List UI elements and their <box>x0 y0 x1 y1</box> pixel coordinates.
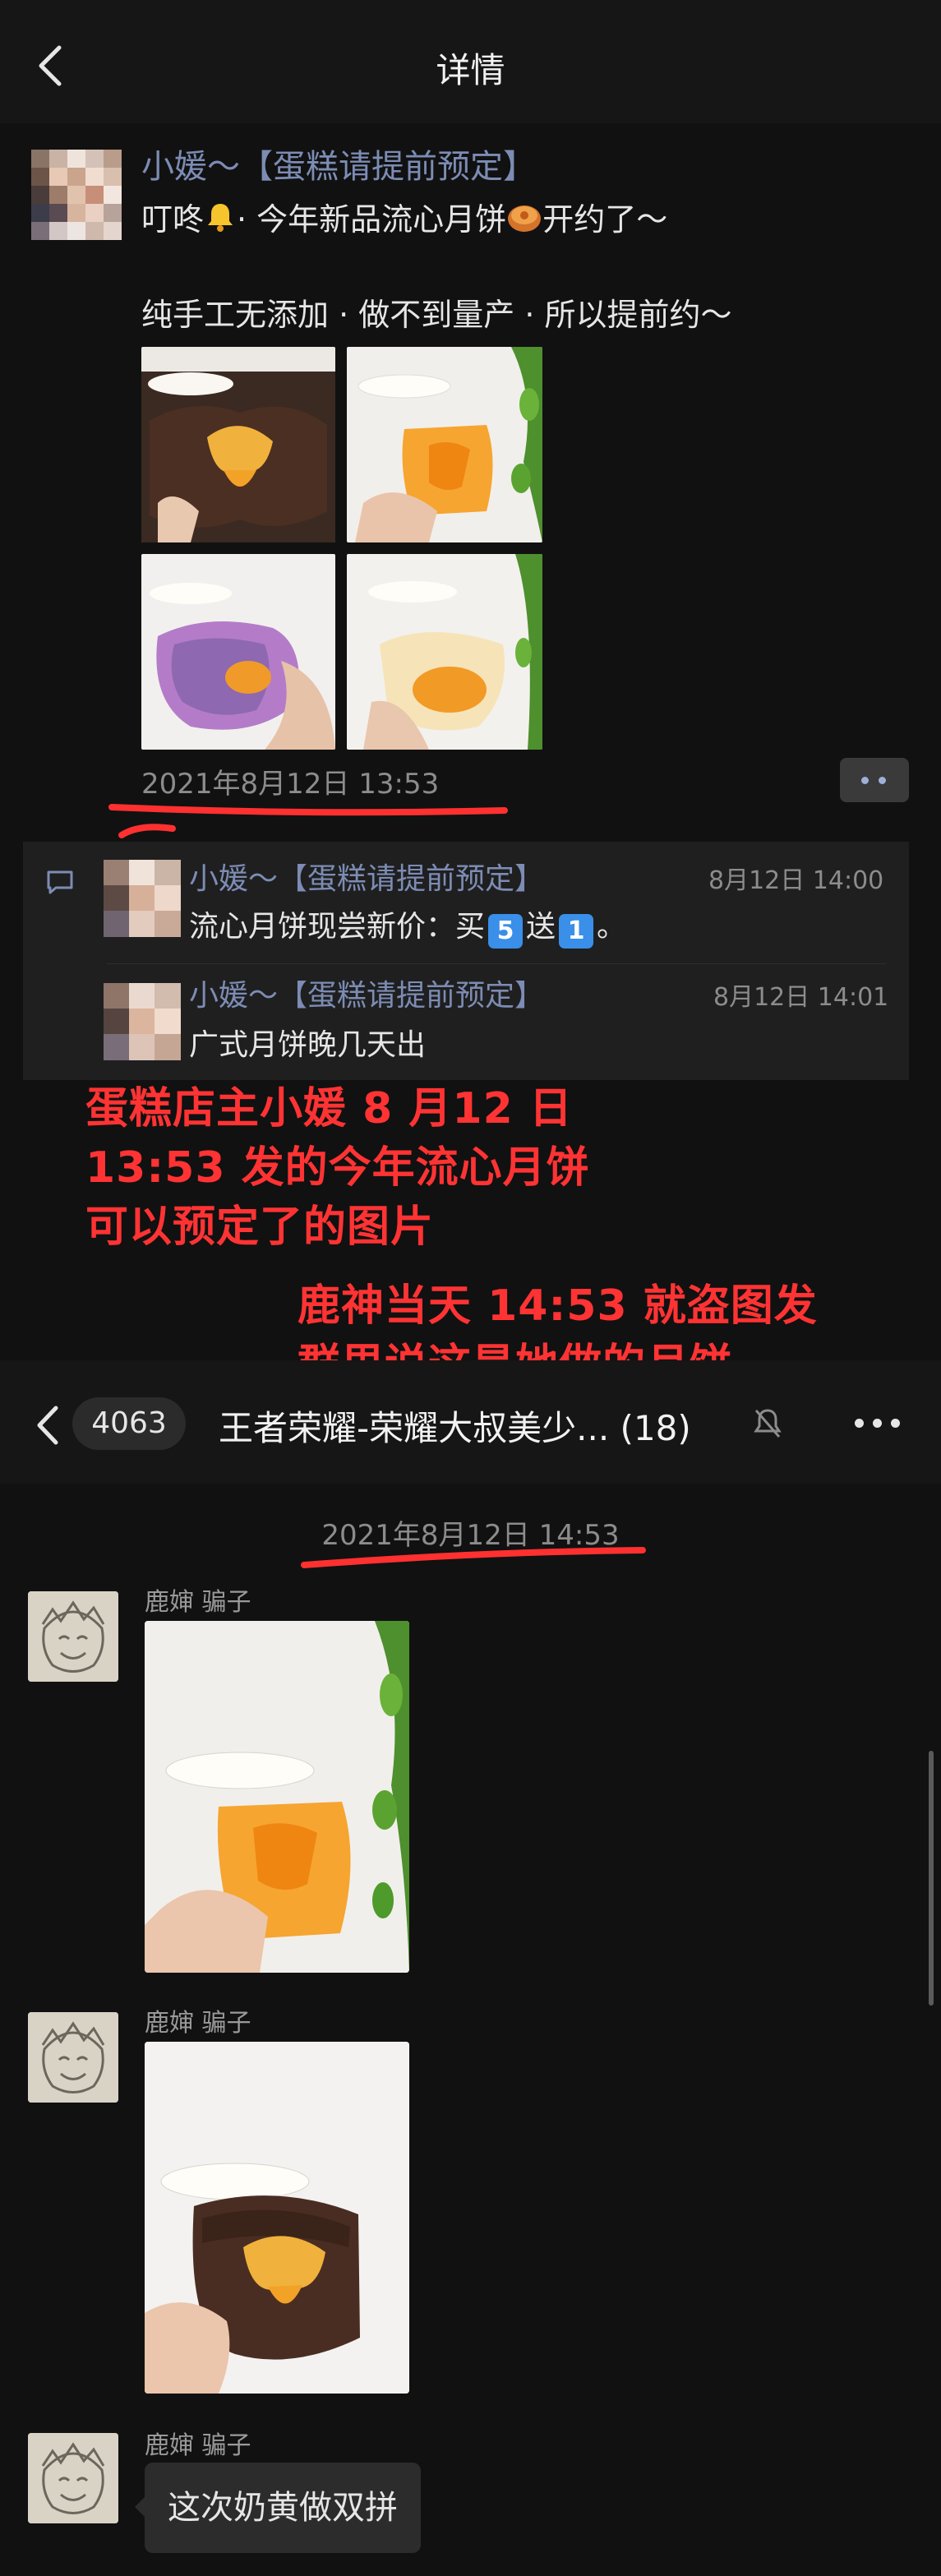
chat-image-message[interactable] <box>145 1621 409 1973</box>
sender-avatar[interactable] <box>28 1591 118 1682</box>
poster-name[interactable]: 小媛～【蛋糕请提前预定】 <box>141 140 536 187</box>
annotation-text: 蛋糕店主小媛 8 月12 日 <box>85 1084 573 1133</box>
scrollbar[interactable] <box>929 1751 934 2006</box>
mooncake-emoji-icon <box>508 205 542 232</box>
more-dots-icon[interactable] <box>855 1419 901 1430</box>
commenter-avatar[interactable] <box>104 983 181 1060</box>
sender-avatar[interactable] <box>28 2012 118 2103</box>
sender-name: 鹿婶 骗子 <box>145 1588 251 1617</box>
chevron-left-icon[interactable] <box>33 1403 62 1447</box>
post-photo-snowskin-mooncake[interactable] <box>347 554 542 750</box>
keycap-number: 5 <box>488 914 524 949</box>
bell-emoji-icon <box>208 204 233 232</box>
post-text-part: · 今年新品流心月饼 <box>237 201 507 238</box>
comment-text-part: 流心月饼现尝新价：买 <box>189 910 486 944</box>
post-text-part: 开约了～ <box>542 201 668 238</box>
comment-time: 8月12日 14:01 <box>713 983 889 1012</box>
comment-bubble-icon <box>47 870 73 894</box>
annotation-underline-tail <box>118 824 176 838</box>
comment-divider <box>107 963 886 964</box>
comment-text: 流心月饼现尝新价：买 5 送 1。 <box>189 903 626 949</box>
post-photo-taro-mooncake[interactable] <box>141 554 335 750</box>
post-photo-custard-mooncake[interactable] <box>347 347 542 542</box>
comment-author[interactable]: 小媛～【蛋糕请提前预定】 <box>189 855 544 898</box>
post-photo-chocolate-mooncake[interactable] <box>141 347 335 542</box>
post-actions-button[interactable] <box>840 758 909 802</box>
sender-name: 鹿婶 骗子 <box>145 2431 251 2460</box>
poster-avatar[interactable] <box>31 150 122 240</box>
annotation-underline <box>301 1547 646 1568</box>
comment-time: 8月12日 14:00 <box>708 866 884 895</box>
post-text-line1: 叮咚 · 今年新品流心月饼 开约了～ <box>141 194 667 239</box>
chat-image-message[interactable] <box>145 2042 409 2394</box>
unread-count-badge[interactable]: 4063 <box>72 1397 186 1450</box>
group-chat-title[interactable]: 王者荣耀-荣耀大叔美少... (18) <box>219 1401 691 1451</box>
comment-text-part: 。 <box>597 910 627 944</box>
post-text-line2: 纯手工无添加 · 做不到量产 · 所以提前约～ <box>141 297 732 333</box>
keycap-number: 1 <box>559 914 594 949</box>
comment-text-part: 送 <box>526 910 556 944</box>
commenter-avatar[interactable] <box>104 860 181 937</box>
annotation-text: 可以预定了的图片 <box>85 1203 435 1252</box>
sender-avatar[interactable] <box>28 2433 118 2523</box>
bell-mute-icon <box>754 1409 782 1438</box>
chat-text-message[interactable]: 这次奶黄做双拼 <box>145 2463 421 2553</box>
comment-author[interactable]: 小媛～【蛋糕请提前预定】 <box>189 972 544 1014</box>
annotation-text: 13:53 发的今年流心月饼 <box>85 1143 590 1193</box>
post-text-part: 叮咚 <box>141 201 205 238</box>
annotation-text: 鹿神当天 14:53 就盗图发 <box>298 1281 818 1331</box>
post-timestamp: 2021年8月12日 13:53 <box>141 768 440 801</box>
sender-name: 鹿婶 骗子 <box>145 2009 251 2038</box>
comment-text: 广式月饼晚几天出 <box>189 1028 427 1062</box>
page-title: 详情 <box>436 50 505 90</box>
